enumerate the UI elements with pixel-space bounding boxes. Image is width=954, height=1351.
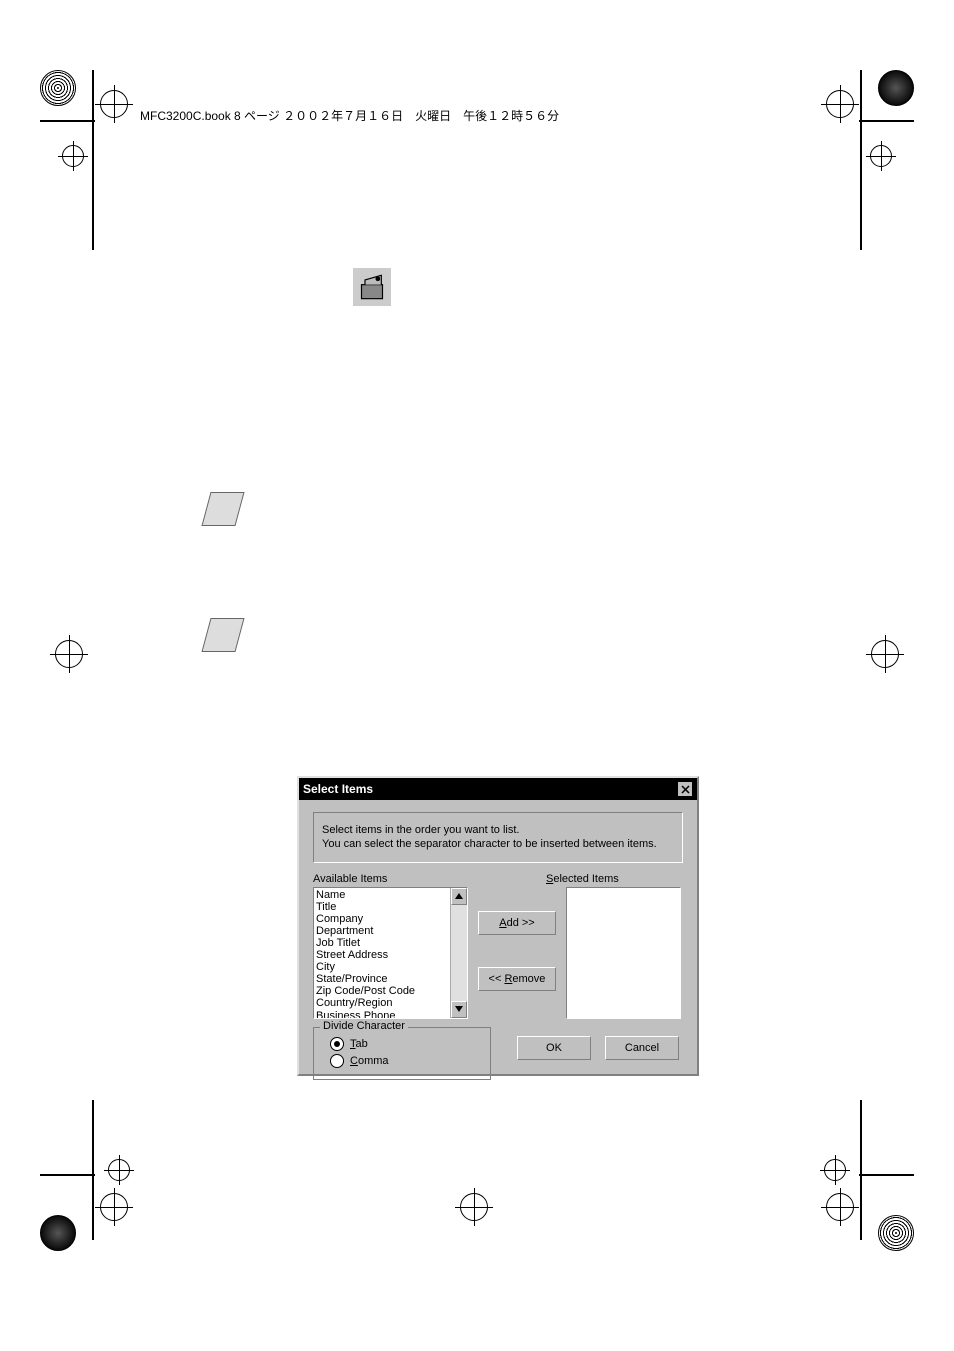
close-icon — [681, 785, 690, 794]
crop-ornament-icon — [40, 70, 76, 106]
ok-button[interactable]: OK — [517, 1036, 591, 1060]
note-icon — [201, 618, 244, 652]
dialog-description: Select items in the order you want to li… — [313, 812, 683, 863]
close-button[interactable] — [677, 781, 693, 797]
scroll-up-button[interactable] — [451, 888, 467, 905]
list-item[interactable]: Business Phone — [316, 1010, 465, 1019]
list-item[interactable]: Job Titlet — [316, 937, 465, 949]
info-line2: You can select the separator character t… — [322, 837, 674, 851]
list-item[interactable]: Zip Code/Post Code — [316, 985, 465, 997]
radio-tab[interactable]: Tab — [330, 1037, 482, 1051]
selected-items-listbox[interactable] — [566, 887, 681, 1019]
select-items-dialog: Select Items Select items in the order y… — [297, 776, 699, 1076]
registration-mark-icon — [871, 640, 899, 668]
chevron-down-icon — [455, 1006, 463, 1012]
crop-ornament-icon — [40, 1215, 76, 1251]
available-items-label: Available Items — [313, 873, 453, 885]
remove-button[interactable]: << Remove — [478, 967, 556, 991]
registration-mark-icon — [100, 1193, 128, 1221]
registration-mark-icon — [824, 1159, 846, 1181]
radio-comma[interactable]: Comma — [330, 1054, 482, 1068]
list-item[interactable]: Name — [316, 889, 465, 901]
toolbar-icon — [353, 268, 391, 306]
crop-ornament-icon — [878, 70, 914, 106]
list-item[interactable]: Country/Region — [316, 997, 465, 1009]
add-button[interactable]: Add >> — [478, 911, 556, 935]
cancel-button[interactable]: Cancel — [605, 1036, 679, 1060]
divide-character-legend: Divide Character — [320, 1020, 408, 1032]
registration-mark-icon — [100, 90, 128, 118]
registration-mark-icon — [870, 145, 892, 167]
crop-ornament-icon — [878, 1215, 914, 1251]
divide-character-group: Divide Character Tab Comma — [313, 1027, 491, 1080]
dialog-titlebar: Select Items — [299, 778, 697, 800]
list-item[interactable]: Title — [316, 901, 465, 913]
dialog-title: Select Items — [303, 782, 373, 796]
registration-mark-icon — [826, 90, 854, 118]
scroll-down-button[interactable] — [451, 1001, 467, 1018]
scrollbar[interactable] — [450, 888, 467, 1018]
registration-mark-icon — [108, 1159, 130, 1181]
list-item[interactable]: Department — [316, 925, 465, 937]
registration-mark-icon — [460, 1193, 488, 1221]
info-line1: Select items in the order you want to li… — [322, 823, 674, 837]
list-item[interactable]: State/Province — [316, 973, 465, 985]
page-header: MFC3200C.book 8 ページ ２００２年７月１６日 火曜日 午後１２時… — [140, 107, 559, 124]
registration-mark-icon — [62, 145, 84, 167]
available-items-listbox[interactable]: Name Title Company Department Job Titlet… — [313, 887, 468, 1019]
note-icon — [201, 492, 244, 526]
registration-mark-icon — [55, 640, 83, 668]
chevron-up-icon — [455, 893, 463, 899]
list-item[interactable]: Company — [316, 913, 465, 925]
list-item[interactable]: City — [316, 961, 465, 973]
list-item[interactable]: Street Address — [316, 949, 465, 961]
selected-items-label: elected Items — [553, 873, 618, 885]
registration-mark-icon — [826, 1193, 854, 1221]
